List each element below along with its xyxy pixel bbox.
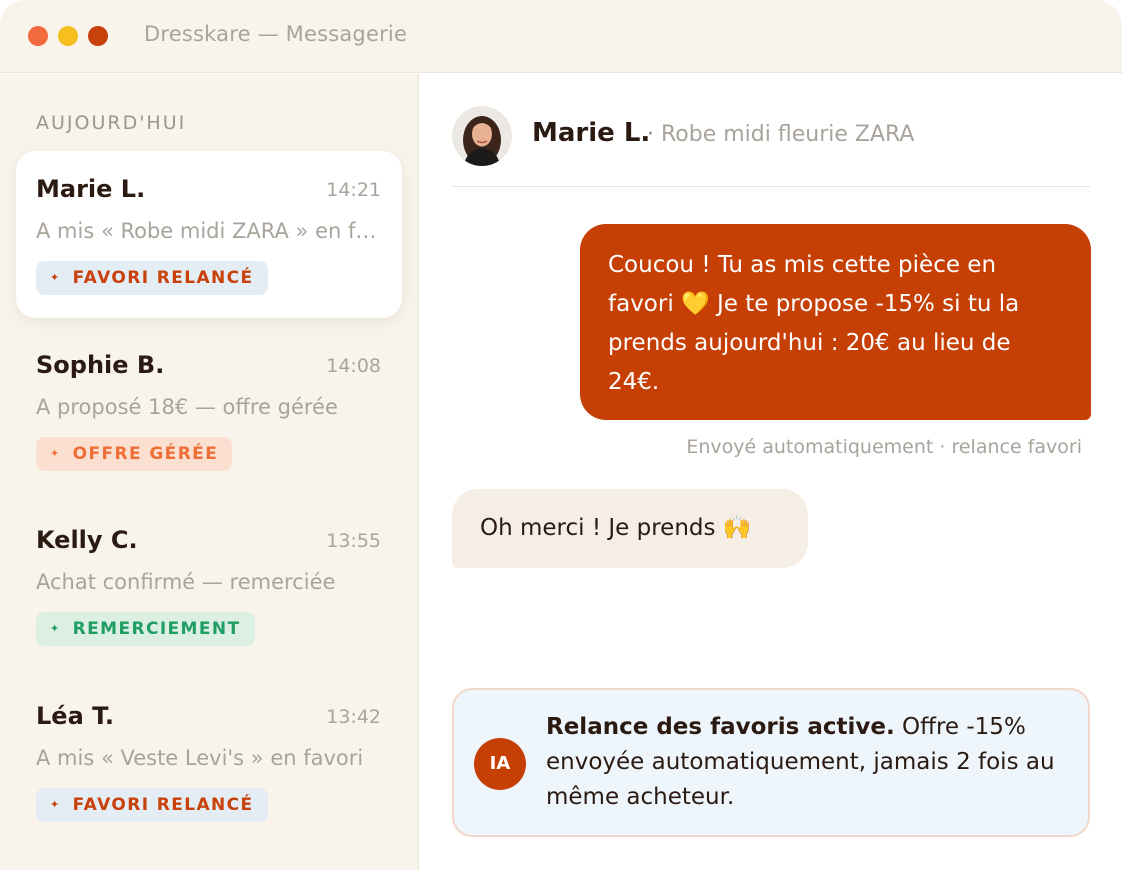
conversation-time: 13:55 xyxy=(326,530,381,552)
sparkle-icon: ✦ xyxy=(50,798,61,811)
conversation-preview: Achat confirmé — remerciée xyxy=(36,570,336,594)
header-divider xyxy=(452,186,1090,187)
chat-contact-name: Marie L. xyxy=(532,118,651,148)
conversation-sidebar: AUJOURD'HUI Marie L. 14:21 A mis « Robe … xyxy=(0,74,419,870)
ai-status-card: IA Relance des favoris active. Offre -15… xyxy=(452,688,1090,837)
incoming-message: Oh merci ! Je prends 🙌 xyxy=(452,489,808,568)
conversation-name: Sophie B. xyxy=(36,351,165,379)
sparkle-icon: ✦ xyxy=(50,271,61,284)
app-window: Dresskare — Messagerie AUJOURD'HUI Marie… xyxy=(0,0,1122,870)
conversation-item-kelly[interactable]: Kelly C. 13:55 Achat confirmé — remercié… xyxy=(16,502,402,669)
sparkle-icon: ✦ xyxy=(50,447,61,460)
header-separator: · xyxy=(647,122,654,147)
sparkle-icon: ✦ xyxy=(50,622,61,635)
conversation-item-lea[interactable]: Léa T. 13:42 A mis « Veste Levi's » en f… xyxy=(16,678,402,845)
ai-badge: IA xyxy=(474,738,526,790)
status-tag: ✦ REMERCIEMENT xyxy=(36,612,255,646)
conversation-preview: A proposé 18€ — offre gérée xyxy=(36,395,338,419)
minimize-window-button[interactable] xyxy=(58,26,78,46)
zoom-window-button[interactable] xyxy=(88,26,108,46)
conversation-name: Marie L. xyxy=(36,175,146,203)
ai-card-title: Relance des favoris active. xyxy=(546,714,895,740)
conversation-time: 14:08 xyxy=(326,355,381,377)
message-meta: Envoyé automatiquement · relance favori xyxy=(686,436,1082,458)
tag-label: FAVORI RELANCÉ xyxy=(72,795,254,815)
conversation-preview: A mis « Robe midi ZARA » en favori xyxy=(36,219,386,243)
title-bar: Dresskare — Messagerie xyxy=(0,0,1122,73)
user-photo xyxy=(452,106,512,166)
conversation-item-sophie[interactable]: Sophie B. 14:08 A proposé 18€ — offre gé… xyxy=(16,327,402,494)
outgoing-message: Coucou ! Tu as mis cette pièce en favori… xyxy=(580,224,1091,420)
avatar[interactable] xyxy=(452,106,512,166)
tag-label: FAVORI RELANCÉ xyxy=(72,268,254,288)
conversation-time: 14:21 xyxy=(326,179,381,201)
tag-label: OFFRE GÉRÉE xyxy=(72,444,219,464)
status-tag: ✦ FAVORI RELANCÉ xyxy=(36,261,268,295)
conversation-name: Léa T. xyxy=(36,702,114,730)
status-tag: ✦ OFFRE GÉRÉE xyxy=(36,437,233,471)
chat-panel: Marie L. · Robe midi fleurie ZARA Coucou… xyxy=(420,74,1122,870)
conversation-preview: A mis « Veste Levi's » en favori xyxy=(36,746,364,770)
section-label-today: AUJOURD'HUI xyxy=(36,112,187,134)
conversation-name: Kelly C. xyxy=(36,526,138,554)
chat-item-title[interactable]: Robe midi fleurie ZARA xyxy=(661,122,914,147)
status-tag: ✦ FAVORI RELANCÉ xyxy=(36,788,268,822)
conversation-time: 13:42 xyxy=(326,706,381,728)
conversation-item-marie[interactable]: Marie L. 14:21 A mis « Robe midi ZARA » … xyxy=(16,151,402,318)
window-title: Dresskare — Messagerie xyxy=(144,22,408,46)
ai-card-text: Relance des favoris active. Offre -15% e… xyxy=(546,710,1076,815)
tag-label: REMERCIEMENT xyxy=(72,619,241,639)
close-window-button[interactable] xyxy=(28,26,48,46)
